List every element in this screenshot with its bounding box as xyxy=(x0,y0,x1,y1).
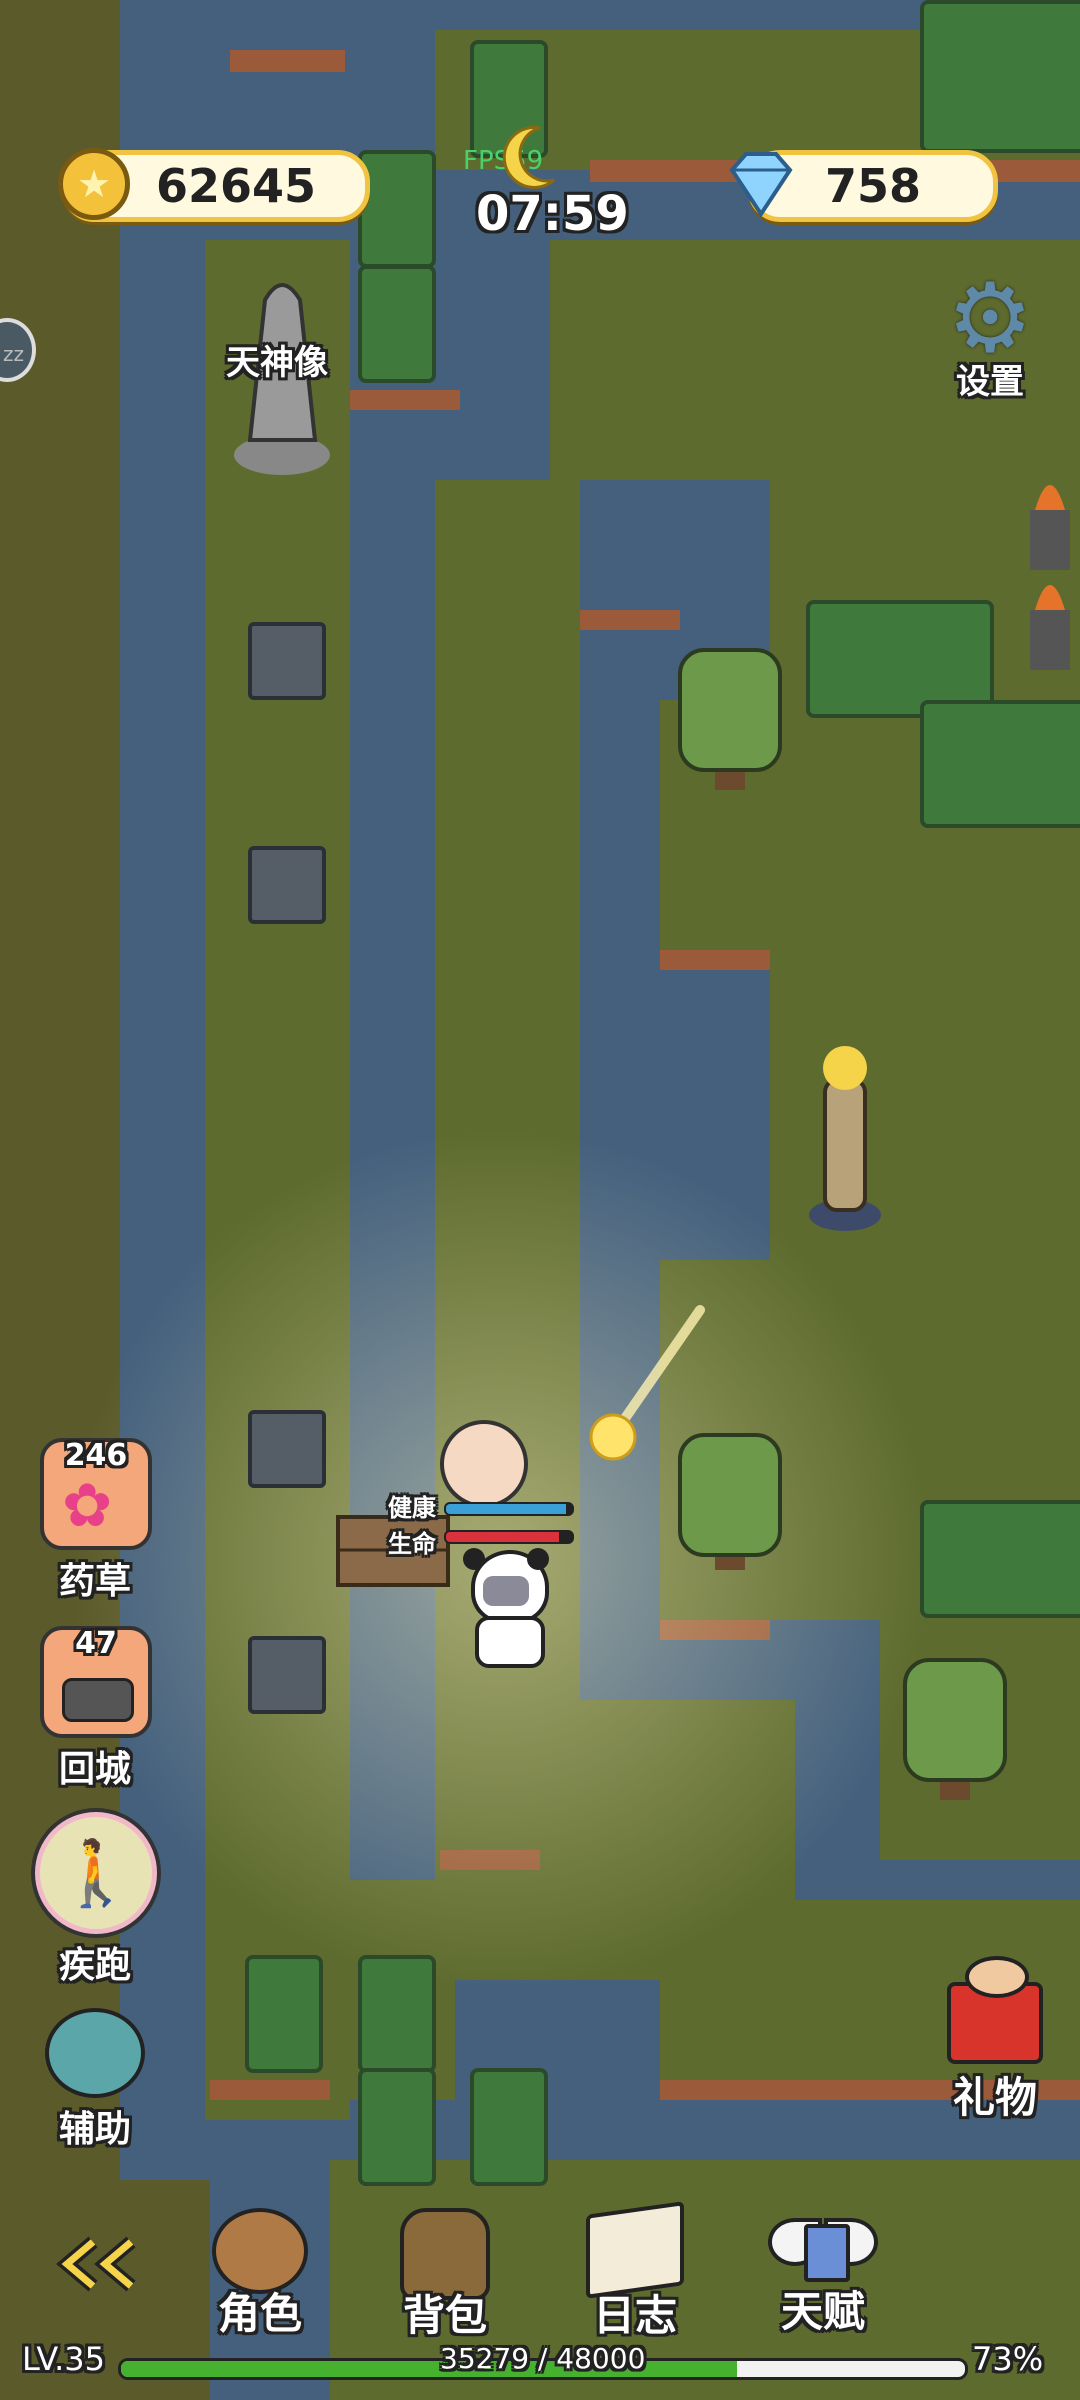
nav-journal[interactable]: 日志 xyxy=(560,2201,710,2343)
hedge xyxy=(920,1500,1080,1618)
level-label: LV.35 xyxy=(22,2340,105,2378)
tree xyxy=(678,1433,782,1570)
gift-button[interactable]: 礼物 xyxy=(930,1956,1060,2125)
hedge xyxy=(920,0,1080,153)
life-label: 生命 xyxy=(388,1530,436,1558)
herb-button[interactable]: 246 ✿ 药草 xyxy=(40,1438,152,1604)
game-map[interactable] xyxy=(0,0,1080,2400)
spike-trap xyxy=(248,1410,326,1488)
angel-pet[interactable] xyxy=(440,1420,528,1508)
nav-character[interactable]: 角色 xyxy=(185,2208,335,2341)
player-character[interactable] xyxy=(463,1548,549,1668)
spike-trap xyxy=(248,622,326,700)
nav-bag-label: 背包 xyxy=(402,2291,487,2340)
xp-percent: 73% xyxy=(972,2340,1044,2378)
assist-button[interactable]: 辅助 xyxy=(40,2008,150,2152)
spike-trap xyxy=(248,846,326,924)
robot-icon xyxy=(45,2008,145,2098)
winged-book-icon xyxy=(768,2208,878,2284)
life-bar xyxy=(444,1530,574,1544)
herb-count: 246 xyxy=(64,1438,128,1473)
double-chevron-left-icon xyxy=(56,2236,136,2292)
tree xyxy=(903,1658,1007,1800)
herb-label: 药草 xyxy=(58,1561,131,1602)
hedge xyxy=(470,2068,548,2186)
return-icon-frame: 47 xyxy=(40,1626,152,1738)
hedge xyxy=(358,265,436,383)
hedge xyxy=(245,1955,323,2073)
tree xyxy=(678,648,782,790)
running-person-icon: 🚶 xyxy=(35,1812,157,1934)
return-count: 47 xyxy=(75,1626,117,1661)
nav-talent[interactable]: 天赋 xyxy=(748,2208,898,2339)
hedge xyxy=(358,2068,436,2186)
assist-label: 辅助 xyxy=(58,2109,131,2150)
nav-talent-label: 天赋 xyxy=(780,2287,865,2336)
book-icon xyxy=(586,2201,684,2299)
collapse-menu-button[interactable] xyxy=(45,2236,145,2292)
herb-icon-frame: 246 ✿ xyxy=(40,1438,152,1550)
hedge xyxy=(920,700,1080,828)
life-fill xyxy=(446,1532,560,1542)
hedge xyxy=(358,1955,436,2073)
gem-amount: 758 xyxy=(824,159,922,213)
health-bar xyxy=(444,1502,574,1516)
health-fill xyxy=(446,1504,566,1514)
settings-button[interactable]: ⚙ 设置 xyxy=(930,270,1050,403)
gift-label: 礼物 xyxy=(952,2073,1037,2122)
hedge xyxy=(358,150,436,268)
statue-label: 天神像 xyxy=(226,343,328,383)
xp-text: 35279 / 48000 xyxy=(440,2342,646,2375)
gold-coin-icon: ★ xyxy=(58,148,130,220)
gift-icon xyxy=(947,1956,1043,2064)
return-label: 回城 xyxy=(58,1749,131,1790)
diamond-icon xyxy=(722,148,800,220)
log-icon xyxy=(62,1678,134,1722)
nav-character-label: 角色 xyxy=(217,2289,302,2338)
return-town-button[interactable]: 47 回城 xyxy=(40,1626,152,1792)
health-label: 健康 xyxy=(388,1494,436,1522)
gold-amount: 62645 xyxy=(155,159,317,213)
moon-icon xyxy=(500,122,560,192)
nav-bag[interactable]: 背包 xyxy=(370,2208,520,2343)
gear-icon: ⚙ xyxy=(946,262,1034,374)
flower-icon: ✿ xyxy=(62,1471,113,1541)
sprint-button[interactable]: 🚶 疾跑 xyxy=(35,1812,157,1988)
spike-trap xyxy=(248,1636,326,1714)
game-clock: 07:59 xyxy=(476,186,629,242)
sprint-label: 疾跑 xyxy=(58,1945,131,1986)
